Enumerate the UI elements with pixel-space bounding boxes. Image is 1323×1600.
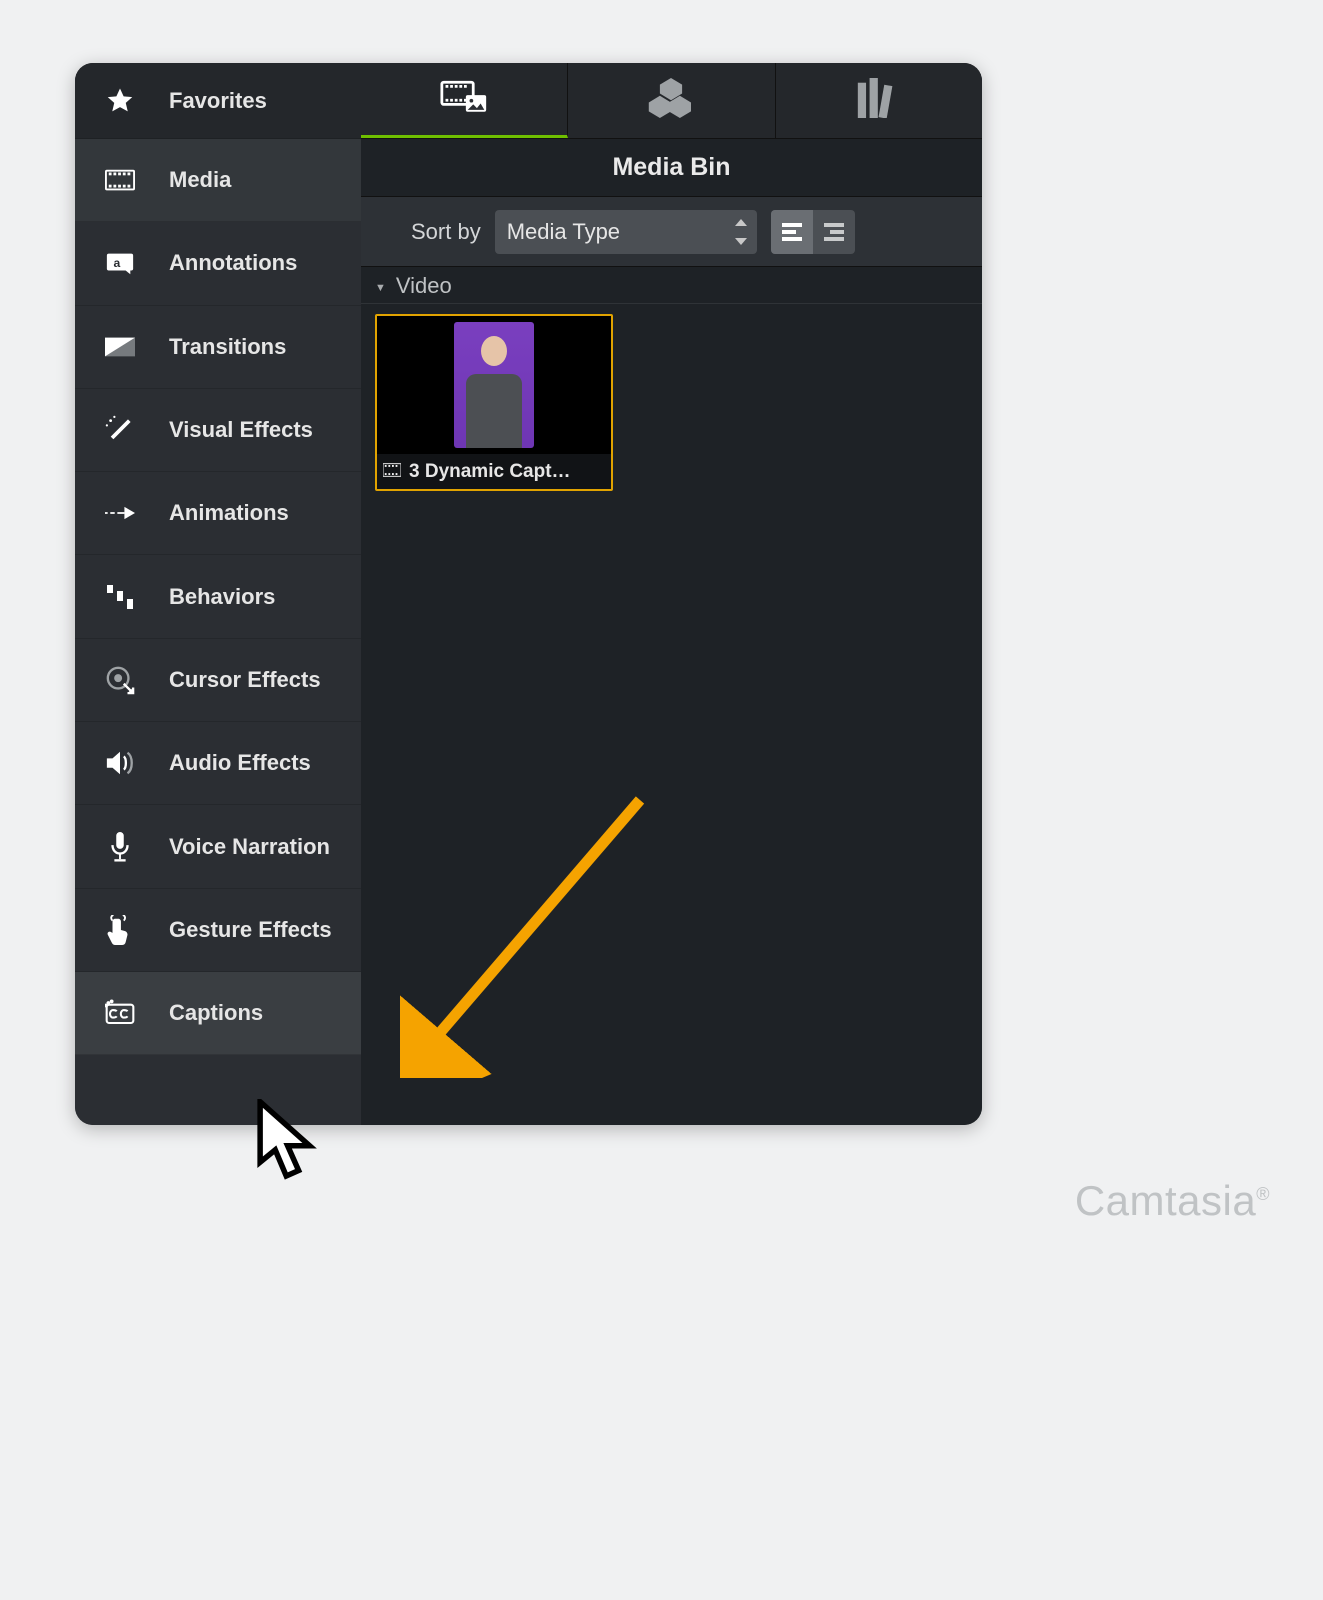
collapse-triangle-icon: ▼ — [375, 282, 386, 294]
svg-text:a: a — [113, 256, 120, 270]
media-bin-tab-icon — [440, 77, 488, 122]
sidebar-item-annotations[interactable]: a Annotations — [75, 222, 361, 305]
sidebar-item-gesture-effects[interactable]: Gesture Effects — [75, 889, 361, 972]
media-icon — [97, 165, 143, 195]
panel-tabs — [361, 63, 982, 139]
microphone-icon — [97, 832, 143, 862]
sidebar-item-label: Behaviors — [169, 584, 275, 610]
sidebar-item-visual-effects[interactable]: Visual Effects — [75, 389, 361, 472]
sidebar-item-label: Annotations — [169, 250, 297, 276]
annotation-icon: a — [97, 248, 143, 278]
library-tab-icon — [855, 78, 903, 123]
sidebar-item-cursor-effects[interactable]: Cursor Effects — [75, 639, 361, 722]
filmstrip-icon — [383, 461, 401, 483]
sidebar-item-transitions[interactable]: Transitions — [75, 306, 361, 389]
main-panel: Media Bin Sort by Media Type ▼ Video — [361, 63, 982, 1125]
sidebar-item-animations[interactable]: Animations — [75, 472, 361, 555]
transition-icon — [97, 332, 143, 362]
section-header-video[interactable]: ▼ Video — [361, 267, 982, 304]
sidebar-item-favorites[interactable]: Favorites — [75, 63, 361, 139]
sidebar-item-behaviors[interactable]: Behaviors — [75, 555, 361, 638]
sidebar-item-label: Transitions — [169, 334, 286, 360]
sidebar-item-label: Visual Effects — [169, 417, 313, 443]
star-icon — [97, 86, 143, 116]
speaker-icon — [97, 748, 143, 778]
watermark: Camtasia® — [1075, 1177, 1270, 1225]
sidebar-item-label: Audio Effects — [169, 750, 311, 776]
view-toggle[interactable] — [771, 210, 855, 254]
panel-title: Media Bin — [361, 139, 982, 197]
view-grid-option[interactable] — [771, 210, 813, 254]
sidebar-item-voice-narration[interactable]: Voice Narration — [75, 805, 361, 888]
tab-media-bin[interactable] — [361, 63, 568, 138]
wand-icon — [97, 415, 143, 445]
assets-tab-icon — [647, 78, 695, 123]
app-window: Favorites Media a Annotations Transition… — [75, 63, 982, 1125]
clip-thumbnail — [377, 316, 611, 454]
clip-footer: 3 Dynamic Capt… — [377, 454, 611, 489]
view-list-option[interactable] — [813, 210, 855, 254]
bars-icon — [97, 582, 143, 612]
sidebar: Favorites Media a Annotations Transition… — [75, 63, 361, 1125]
sidebar-item-label: Voice Narration — [169, 834, 330, 860]
sidebar-item-label: Media — [169, 167, 231, 193]
media-bin-content: 3 Dynamic Capt… — [361, 304, 982, 501]
sidebar-item-label: Captions — [169, 1000, 263, 1026]
media-clip[interactable]: 3 Dynamic Capt… — [375, 314, 613, 491]
tap-icon — [97, 915, 143, 945]
sidebar-item-audio-effects[interactable]: Audio Effects — [75, 722, 361, 805]
cursor-target-icon — [97, 665, 143, 695]
sidebar-item-captions[interactable]: Captions — [75, 972, 361, 1055]
sidebar-item-label: Cursor Effects — [169, 667, 321, 693]
arrow-right-icon — [97, 498, 143, 528]
section-label: Video — [396, 273, 452, 299]
sidebar-item-label: Favorites — [169, 88, 267, 114]
sidebar-item-label: Gesture Effects — [169, 917, 332, 943]
sidebar-item-media[interactable]: Media — [75, 139, 361, 222]
sort-dropdown[interactable]: Media Type — [495, 210, 757, 254]
clip-name: 3 Dynamic Capt… — [409, 461, 571, 483]
cc-icon — [97, 998, 143, 1028]
sidebar-item-label: Animations — [169, 500, 289, 526]
sort-label: Sort by — [411, 219, 481, 245]
sort-value: Media Type — [507, 219, 620, 245]
sort-bar: Sort by Media Type — [361, 197, 982, 267]
tab-library[interactable] — [776, 63, 982, 138]
tab-assets[interactable] — [568, 63, 775, 138]
